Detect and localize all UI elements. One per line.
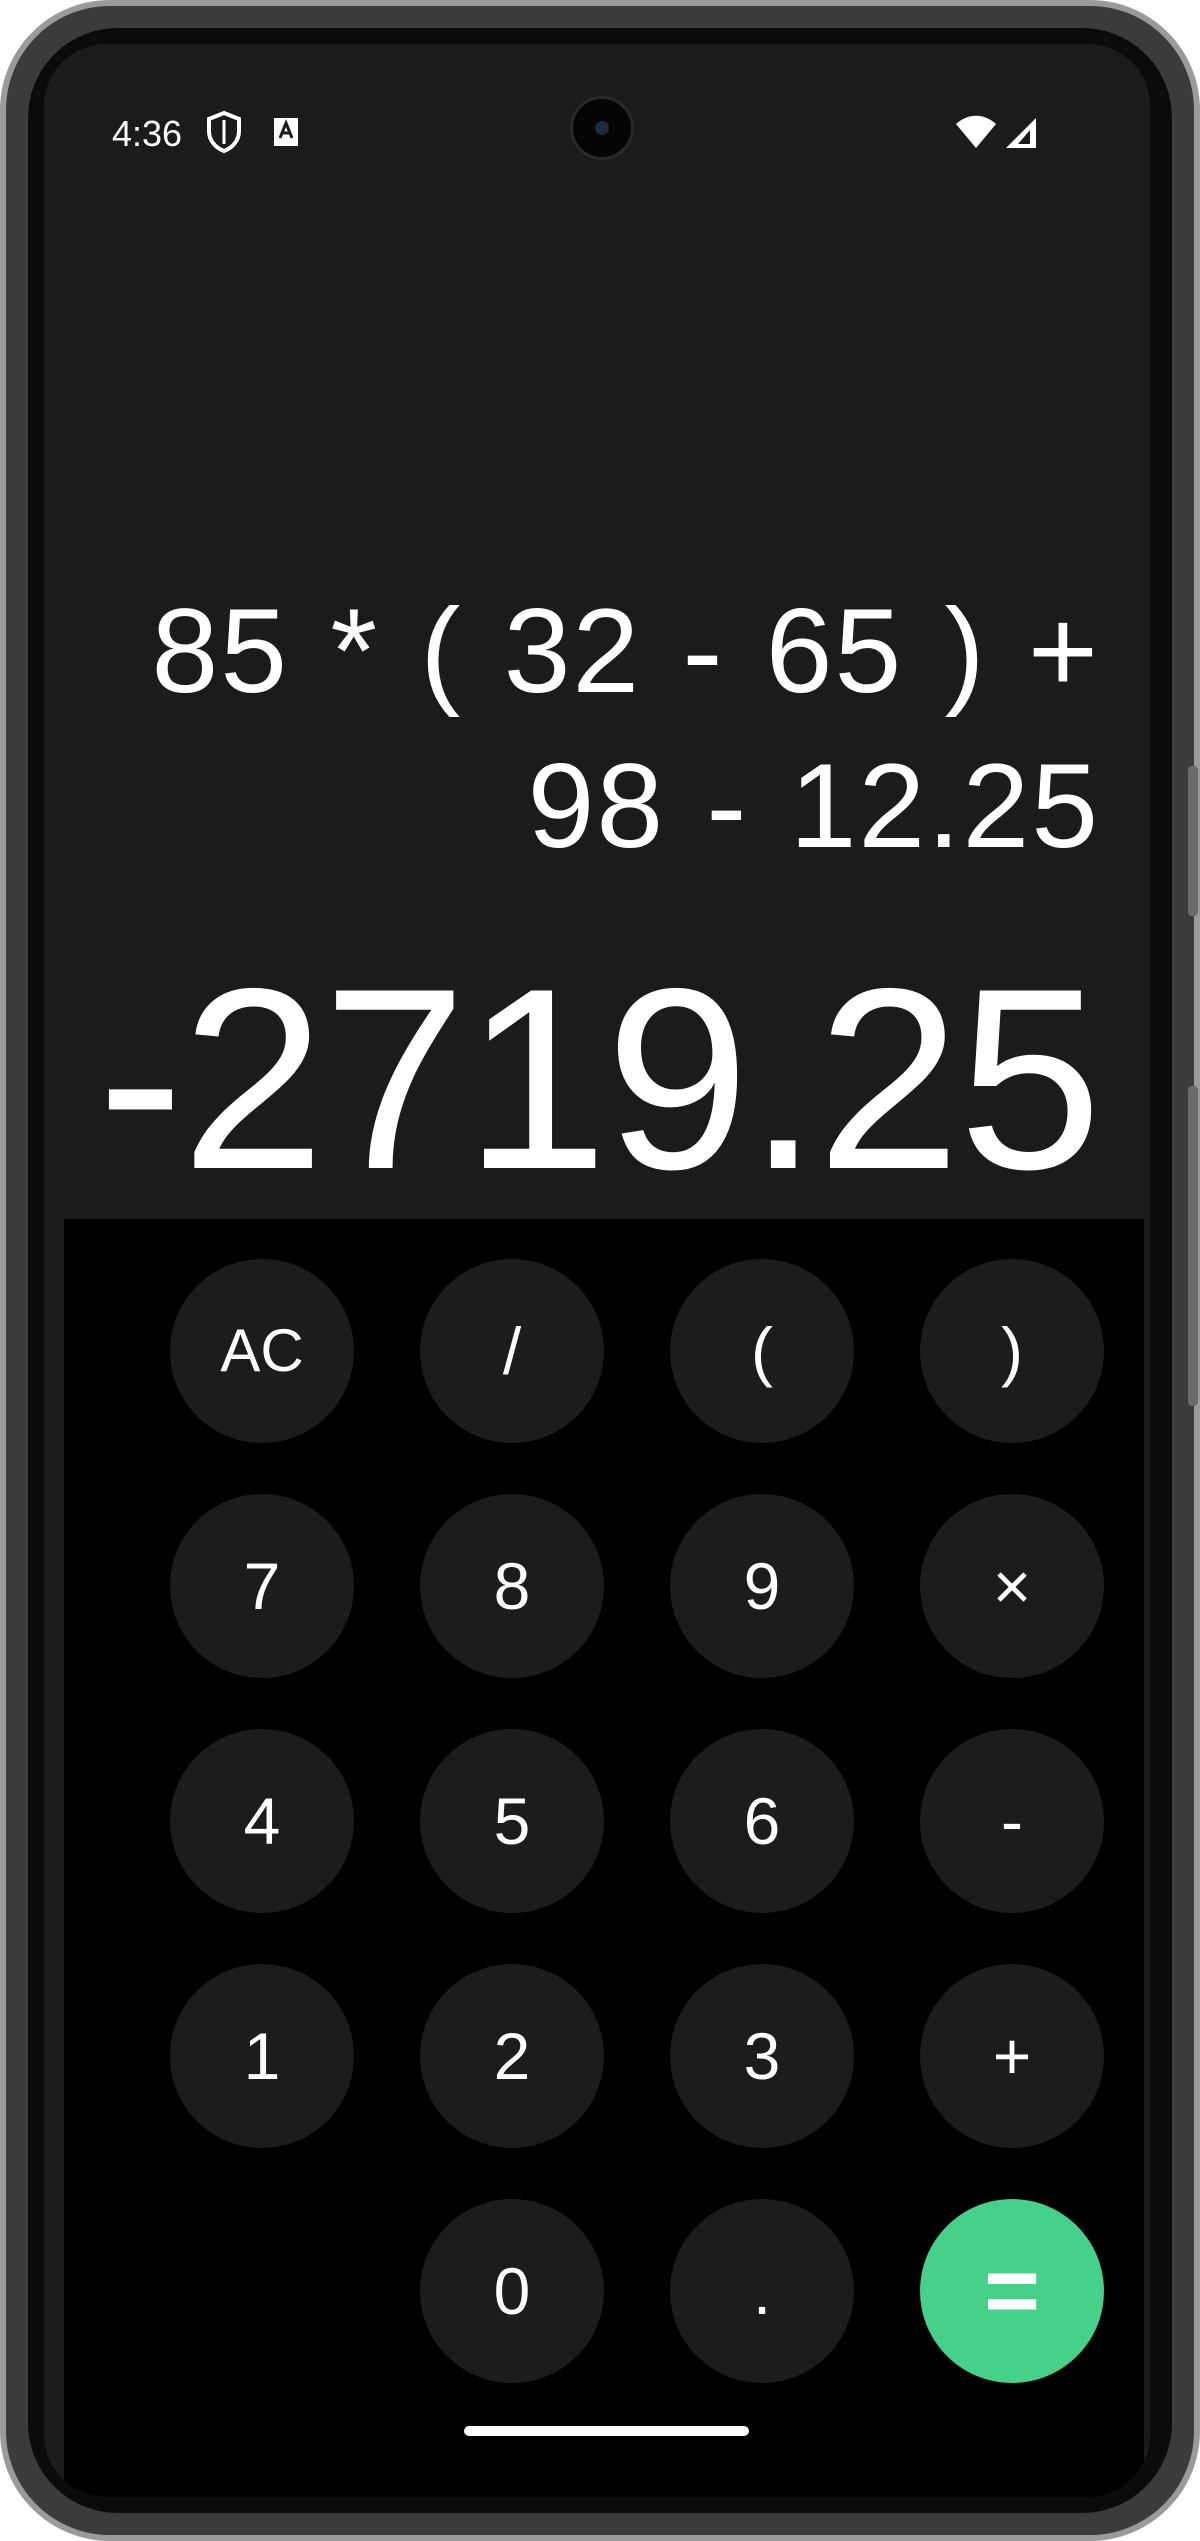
keypad: AC / ( ) 7 8 9 × 4 5 6 - 1 2 3 + 0 . =	[64, 1219, 1144, 2497]
open-paren-button[interactable]: (	[670, 1259, 854, 1443]
subtract-button[interactable]: -	[920, 1729, 1104, 1913]
status-bar: 4:36	[44, 44, 1150, 160]
add-button[interactable]: +	[920, 1964, 1104, 2148]
digit-7-button[interactable]: 7	[170, 1494, 354, 1678]
digit-1-button[interactable]: 1	[170, 1964, 354, 2148]
shield-icon	[204, 110, 244, 154]
result-display: -2719.25	[97, 934, 1102, 1223]
home-indicator[interactable]	[464, 2426, 749, 2436]
close-paren-button[interactable]: )	[920, 1259, 1104, 1443]
clear-button[interactable]: AC	[170, 1259, 354, 1443]
digit-2-button[interactable]: 2	[420, 1964, 604, 2148]
expression-display: 85 * ( 32 - 65 ) + 98 - 12.25	[151, 584, 1100, 873]
equals-button[interactable]: =	[920, 2199, 1104, 2383]
decimal-button[interactable]: .	[670, 2199, 854, 2383]
power-button	[1188, 766, 1198, 916]
screen: 4:36 85 * (32 - 65) + 98 - 12.25 -2719…	[44, 44, 1150, 2497]
status-time: 4:36	[112, 113, 183, 154]
digit-8-button[interactable]: 8	[420, 1494, 604, 1678]
keyboard-a-icon	[266, 110, 306, 154]
digit-9-button[interactable]: 9	[670, 1494, 854, 1678]
volume-button	[1188, 1086, 1198, 1406]
digit-4-button[interactable]: 4	[170, 1729, 354, 1913]
digit-3-button[interactable]: 3	[670, 1964, 854, 2148]
divide-button[interactable]: /	[420, 1259, 604, 1443]
phone-frame: 4:36 85 * (32 - 65) + 98 - 12.25 -2719…	[0, 0, 1200, 2541]
cellular-signal-icon	[1002, 110, 1042, 154]
digit-5-button[interactable]: 5	[420, 1729, 604, 1913]
front-camera	[570, 96, 634, 160]
digit-0-button[interactable]: 0	[420, 2199, 604, 2383]
wifi-icon	[954, 110, 998, 154]
digit-6-button[interactable]: 6	[670, 1729, 854, 1913]
multiply-button[interactable]: ×	[920, 1494, 1104, 1678]
